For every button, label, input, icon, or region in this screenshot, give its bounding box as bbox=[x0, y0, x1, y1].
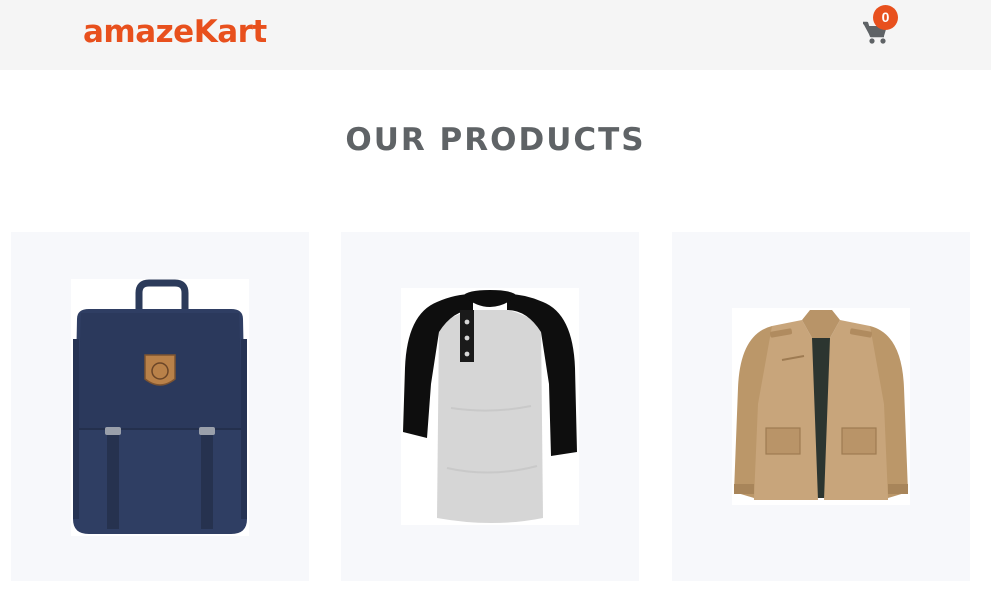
jacket-image bbox=[732, 308, 910, 505]
page-title: OUR PRODUCTS bbox=[345, 122, 646, 158]
backpack-image bbox=[71, 279, 249, 536]
raglan-shirt-image bbox=[401, 288, 579, 525]
brand-logo[interactable]: amazeKart bbox=[83, 14, 267, 50]
product-card[interactable] bbox=[672, 232, 970, 581]
navbar: amazeKart bbox=[0, 0, 991, 70]
product-card[interactable] bbox=[341, 232, 639, 581]
product-card[interactable] bbox=[11, 232, 309, 581]
cart-count-badge: 0 bbox=[873, 5, 898, 30]
